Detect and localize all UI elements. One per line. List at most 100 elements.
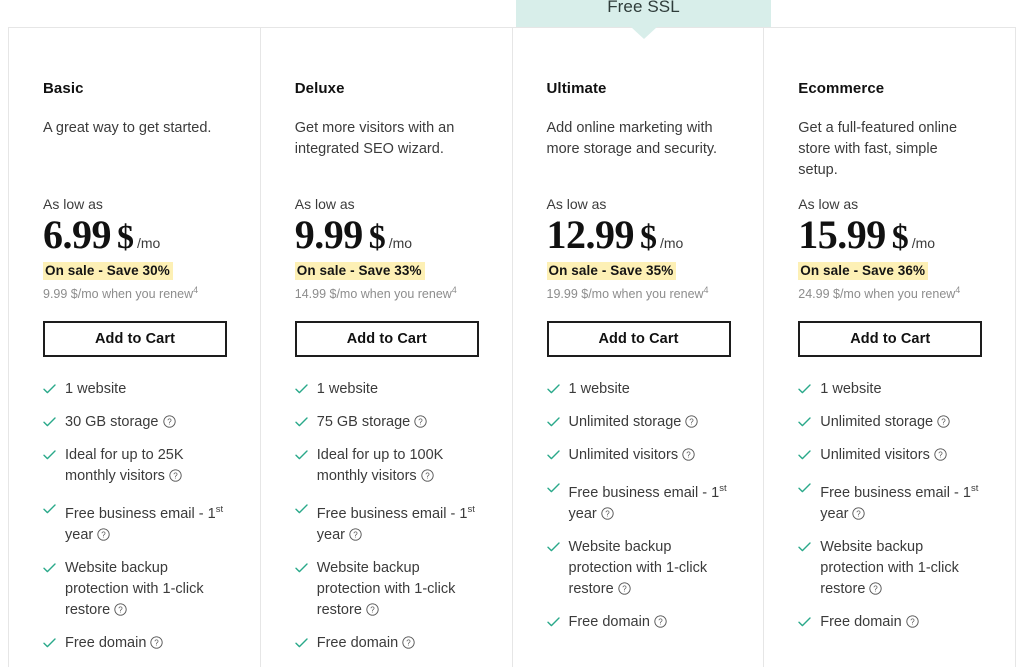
feature-item: Unlimited storage? (798, 412, 981, 433)
renewal-price-note: 9.99 $/mo when you renew4 (43, 285, 199, 302)
check-icon (798, 379, 811, 400)
plan-card-deluxe: Deluxe Get more visitors with an integra… (260, 28, 513, 667)
price-row: 15.99 $ /mo (798, 213, 981, 260)
feature-item: 75 GB storage? (295, 412, 478, 433)
info-question-icon[interactable]: ? (114, 603, 127, 616)
renewal-footnote-marker: 4 (193, 285, 199, 295)
renewal-footnote-marker: 4 (451, 285, 457, 295)
feature-item: Free domain? (546, 612, 730, 633)
svg-text:?: ? (686, 451, 691, 460)
feature-label: Free domain? (65, 633, 164, 654)
check-icon (546, 379, 560, 400)
info-question-icon[interactable]: ? (869, 582, 883, 595)
check-icon (546, 478, 560, 499)
price-amount: 9.99 (294, 212, 364, 257)
feature-item: 1 website (43, 379, 226, 400)
info-question-icon[interactable]: ? (421, 469, 434, 482)
price-block: As low as 9.99 $ /mo On sale - Save 33% … (294, 196, 478, 302)
feature-item: Free business email - 1st year? (43, 499, 226, 546)
info-question-icon[interactable]: ? (934, 448, 947, 461)
as-low-as-label: As low as (798, 196, 859, 212)
plan-card-grid: Basic A great way to get started. As low… (8, 27, 1016, 667)
feature-item: 1 website (295, 379, 478, 400)
svg-text:?: ? (425, 472, 430, 481)
feature-label: Free domain? (569, 612, 667, 633)
check-icon (295, 445, 308, 466)
info-question-icon[interactable]: ? (601, 507, 614, 520)
check-icon (546, 445, 560, 466)
svg-text:?: ? (910, 618, 915, 627)
info-question-icon[interactable]: ? (366, 603, 379, 616)
price-row: 12.99 $ /mo (547, 213, 730, 260)
check-icon (43, 445, 56, 466)
plan-description: Get more visitors with an integrated SEO… (294, 120, 455, 157)
check-icon (798, 445, 811, 466)
add-to-cart-button[interactable]: Add to Cart (294, 321, 479, 358)
promo-banner-arrow-icon (630, 27, 657, 39)
feature-label: 75 GB storage? (317, 412, 428, 433)
plan-name: Ecommerce (798, 80, 885, 97)
info-question-icon[interactable]: ? (682, 448, 695, 461)
add-to-cart-button[interactable]: Add to Cart (43, 321, 227, 358)
info-question-icon[interactable]: ? (685, 415, 698, 428)
price-period-label: /mo (137, 235, 161, 251)
info-question-icon[interactable]: ? (852, 507, 866, 520)
price-currency-symbol: $ (117, 219, 134, 256)
price-amount: 15.99 (798, 212, 886, 257)
feature-item: Free business email - 1st year? (295, 499, 478, 546)
info-question-icon[interactable]: ? (402, 636, 415, 649)
check-icon (43, 379, 56, 400)
pricing-table: Free SSL Basic A great way to get starte… (0, 0, 1024, 667)
add-to-cart-button[interactable]: Add to Cart (546, 321, 731, 358)
info-question-icon[interactable]: ? (414, 415, 427, 428)
info-question-icon[interactable]: ? (654, 615, 667, 628)
svg-text:?: ? (155, 639, 160, 648)
price-amount: 6.99 (43, 212, 112, 257)
feature-label: Website backup protection with 1-click r… (65, 559, 204, 618)
feature-label: Ideal for up to 25K monthly visitors? (65, 447, 184, 485)
feature-item: 30 GB storage? (43, 412, 226, 433)
svg-text:?: ? (938, 451, 943, 460)
svg-text:?: ? (353, 531, 358, 540)
svg-text:?: ? (941, 418, 946, 427)
svg-text:?: ? (658, 618, 663, 627)
feature-label: Website backup protection with 1-click r… (316, 559, 456, 618)
info-question-icon[interactable]: ? (937, 415, 950, 428)
check-icon (43, 633, 56, 654)
check-icon (798, 537, 811, 558)
check-icon (295, 412, 308, 433)
ordinal-suffix: st (467, 504, 475, 516)
feature-label: Unlimited storage? (569, 412, 699, 433)
info-question-icon[interactable]: ? (97, 528, 110, 541)
check-icon (798, 612, 811, 633)
add-to-cart-button[interactable]: Add to Cart (798, 321, 983, 358)
feature-item: Ideal for up to 25K monthly visitors? (43, 445, 226, 487)
info-question-icon[interactable]: ? (906, 615, 919, 628)
ordinal-suffix: st (970, 483, 979, 495)
feature-label: Website backup protection with 1-click r… (568, 538, 708, 597)
feature-item: Website backup protection with 1-click r… (295, 558, 478, 621)
svg-text:?: ? (857, 510, 862, 519)
plan-name: Ultimate (546, 80, 607, 97)
info-question-icon[interactable]: ? (169, 469, 182, 482)
plan-description: A great way to get started. (43, 120, 212, 136)
feature-label: Website backup protection with 1-click r… (820, 538, 959, 597)
renewal-footnote-marker: 4 (955, 285, 961, 295)
svg-text:?: ? (118, 606, 123, 615)
feature-label: 1 website (65, 381, 127, 398)
renewal-price-note: 19.99 $/mo when you renew4 (546, 285, 709, 302)
check-icon (798, 478, 811, 499)
svg-text:?: ? (173, 472, 178, 481)
svg-text:?: ? (622, 585, 627, 594)
feature-label: Ideal for up to 100K monthly visitors? (316, 447, 444, 485)
svg-text:?: ? (605, 510, 610, 519)
info-question-icon[interactable]: ? (150, 636, 164, 649)
plan-name: Basic (43, 80, 84, 97)
renewal-price-note: 14.99 $/mo when you renew4 (294, 285, 457, 302)
info-question-icon[interactable]: ? (349, 528, 362, 541)
info-question-icon[interactable]: ? (162, 415, 176, 428)
info-question-icon[interactable]: ? (617, 582, 631, 595)
svg-text:?: ? (370, 606, 375, 615)
check-icon (546, 537, 560, 558)
plan-card-basic: Basic A great way to get started. As low… (9, 28, 261, 667)
